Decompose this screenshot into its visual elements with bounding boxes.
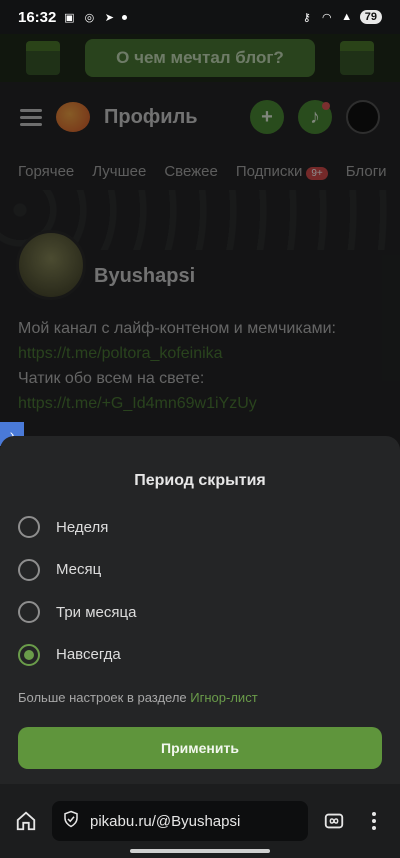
- battery-indicator: 79: [359, 10, 382, 24]
- telegram-icon: ➤: [104, 11, 114, 24]
- more-options-icon[interactable]: [360, 807, 388, 835]
- option-week[interactable]: Неделя: [18, 506, 382, 549]
- radio-button[interactable]: [18, 601, 40, 624]
- more-settings-prefix: Больше настроек в разделе: [18, 690, 187, 705]
- tabs-icon[interactable]: [320, 807, 348, 835]
- address-bar[interactable]: pikabu.ru/@Byushapsi: [52, 801, 308, 841]
- more-notifications-dot: [122, 14, 128, 20]
- status-bar: 16:32 ▣ ◎ ➤ ⚷ ◠ ▲ 79: [0, 0, 400, 34]
- url-text: pikabu.ru/@Byushapsi: [90, 812, 241, 830]
- status-time: 16:32: [18, 8, 57, 26]
- app-notification-icon: ▣: [64, 11, 75, 24]
- key-icon: ⚷: [302, 11, 311, 24]
- period-options: Неделя Месяц Три месяца Навсегда: [18, 506, 382, 676]
- status-right: ⚷ ◠ ▲ 79: [300, 10, 382, 24]
- home-indicator[interactable]: [130, 849, 270, 853]
- hide-period-sheet: Период скрытия Неделя Месяц Три месяца Н…: [0, 436, 400, 784]
- option-label: Навсегда: [56, 646, 121, 664]
- browser-toolbar: pikabu.ru/@Byushapsi: [0, 784, 400, 858]
- sheet-title: Период скрытия: [134, 472, 266, 489]
- wifi-icon: ◠: [321, 11, 332, 24]
- home-icon[interactable]: [12, 807, 40, 835]
- radio-button[interactable]: [18, 516, 40, 539]
- option-label: Неделя: [56, 518, 109, 536]
- status-left: 16:32 ▣ ◎ ➤: [18, 8, 128, 26]
- signal-icon: ▲: [341, 11, 353, 23]
- option-three-months[interactable]: Три месяца: [18, 591, 382, 634]
- option-label: Месяц: [56, 561, 102, 579]
- more-settings-text: Больше настроек в разделе Игнор-лист: [18, 690, 382, 705]
- radio-button[interactable]: [18, 558, 40, 581]
- radio-button-checked[interactable]: [18, 643, 40, 666]
- option-forever[interactable]: Навсегда: [18, 634, 382, 677]
- option-month[interactable]: Месяц: [18, 549, 382, 592]
- ignore-list-link[interactable]: Игнор-лист: [190, 690, 257, 705]
- shield-icon[interactable]: [62, 809, 80, 834]
- option-label: Три месяца: [56, 603, 137, 621]
- apply-button[interactable]: Применить: [18, 727, 382, 769]
- shazam-icon: ◎: [84, 11, 95, 24]
